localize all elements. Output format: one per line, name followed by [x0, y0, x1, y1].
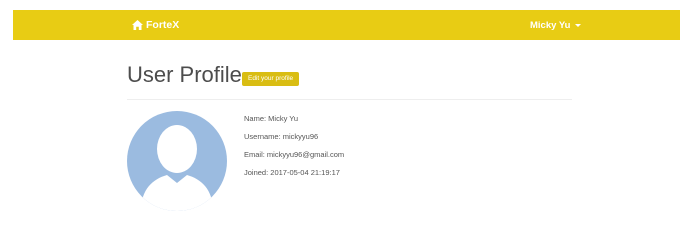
- profile-username: Username: mickyyu96: [244, 132, 319, 141]
- user-menu-dropdown[interactable]: Micky Yu: [530, 10, 581, 40]
- user-menu-label: Micky Yu: [530, 19, 571, 31]
- brand-label: FortеX: [146, 19, 180, 31]
- top-navbar: FortеX Micky Yu: [13, 10, 680, 40]
- brand-link[interactable]: FortеX: [132, 10, 179, 40]
- profile-joined: Joined: 2017-05-04 21:19:17: [244, 168, 340, 177]
- user-avatar-icon: [127, 111, 227, 211]
- caret-down-icon: [574, 24, 581, 27]
- profile-email: Email: mickyyu96@gmail.com: [244, 150, 345, 159]
- profile-name: Name: Micky Yu: [244, 114, 299, 123]
- profile-details: Name: Micky Yu Username: mickyyu96 Email…: [244, 114, 344, 186]
- divider: [127, 99, 572, 100]
- edit-profile-button[interactable]: Edit your profile: [242, 72, 300, 86]
- page-title: User Profile: [127, 62, 242, 87]
- home-icon: [132, 20, 143, 30]
